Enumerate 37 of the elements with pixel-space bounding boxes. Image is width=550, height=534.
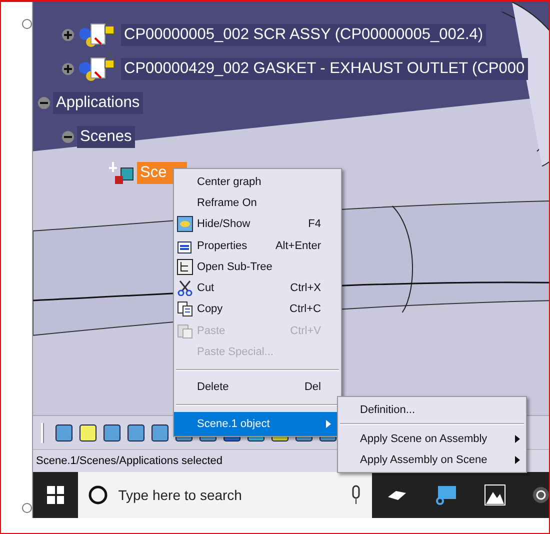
menu-item[interactable]: Hide/Show F4 (174, 214, 341, 235)
menu-item[interactable]: Copy Ctrl+C (174, 298, 341, 320)
circle-icon (88, 485, 108, 505)
collapse-icon[interactable] (37, 96, 51, 110)
windows-logo-icon[interactable] (47, 486, 64, 504)
menu-item[interactable]: Properties Alt+Enter (174, 234, 341, 256)
collapse-icon[interactable] (61, 130, 75, 144)
resize-handle[interactable] (22, 503, 32, 513)
tree-item[interactable]: Scenes (77, 126, 135, 148)
menu-item[interactable]: Cut Ctrl+X (174, 277, 341, 299)
status-text: Scene.1/Scenes/Applications selected (36, 455, 223, 467)
paste-icon (177, 322, 193, 339)
resize-handle[interactable] (22, 19, 32, 29)
app-icon[interactable] (532, 486, 549, 504)
menu-item[interactable]: Reframe On (174, 192, 341, 214)
image-icon[interactable] (484, 484, 506, 506)
menu-item[interactable]: Apply Assembly on Scene (338, 449, 526, 470)
menu-item[interactable]: Open Sub-Tree (174, 256, 341, 278)
submenu-arrow-icon (326, 420, 331, 428)
submenu-arrow-icon (515, 456, 520, 464)
menu-item[interactable]: Definition... (338, 399, 526, 420)
tree-item[interactable]: CP00000005_002 SCR ASSY (CP00000005_002.4) (121, 24, 486, 46)
tree-item[interactable]: CP00000429_002 GASKET - EXHAUST OUTLET (CP000 (121, 58, 528, 80)
tree-item[interactable]: Applications (53, 92, 143, 114)
search-field[interactable]: Type here to search (116, 486, 342, 504)
monitor-icon[interactable] (434, 484, 458, 506)
search-box[interactable]: Type here to search (78, 472, 372, 518)
scissors-icon (177, 280, 193, 296)
expand-icon[interactable] (61, 28, 75, 42)
menu-item[interactable]: Delete Del (174, 376, 341, 398)
scene-icon (109, 160, 135, 186)
submenu-arrow-icon (515, 434, 520, 442)
microphone-icon (350, 485, 362, 505)
menu-item[interactable]: Apply Scene on Assembly (338, 428, 526, 449)
copy-icon (177, 301, 193, 318)
expand-icon[interactable] (61, 62, 75, 76)
tree-icon (177, 258, 193, 275)
